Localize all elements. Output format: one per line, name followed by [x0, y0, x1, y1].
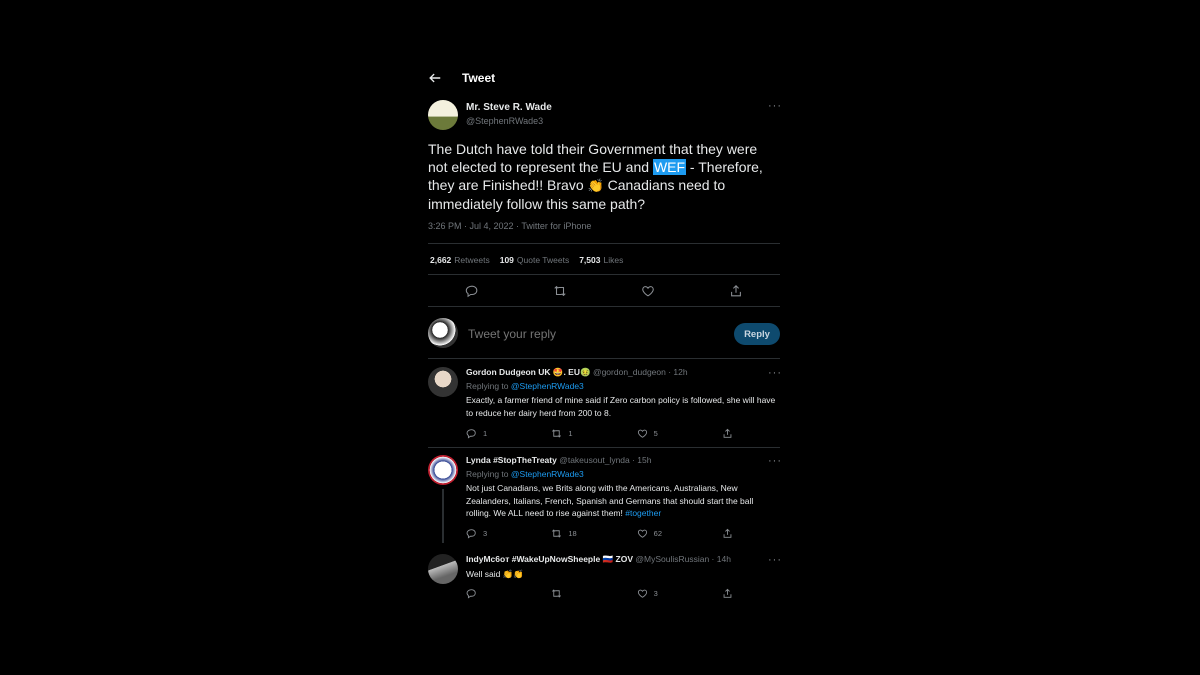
- reply-author-name[interactable]: Gordon Dudgeon UK 🤩. EU🤢: [466, 367, 591, 377]
- arrow-left-icon[interactable]: [428, 70, 444, 86]
- share-icon[interactable]: [729, 284, 743, 298]
- share-icon: [723, 528, 732, 538]
- tweet-text: The Dutch have told their Government tha…: [428, 140, 780, 213]
- more-options-icon[interactable]: ···: [768, 455, 782, 467]
- reply-icon: [466, 529, 476, 539]
- reply-handle-time[interactable]: @MySoulisRussian · 14h: [635, 554, 731, 564]
- thread-line: [442, 489, 444, 543]
- likes-count: 7,503: [579, 255, 601, 265]
- reply-handle-time[interactable]: @gordon_dudgeon · 12h: [593, 367, 688, 377]
- like-icon: [637, 589, 647, 598]
- like-icon: [637, 529, 647, 538]
- page-header: Tweet: [428, 68, 495, 88]
- reply-icon: [466, 589, 476, 599]
- author-handle[interactable]: @StephenRWade3: [466, 116, 543, 126]
- replying-to: Replying to @StephenRWade3: [466, 381, 584, 391]
- more-options-icon[interactable]: ···: [768, 554, 782, 566]
- like-count: 62: [653, 529, 662, 538]
- like-count: 3: [653, 589, 658, 598]
- like-action[interactable]: 62: [637, 528, 703, 539]
- page-title: Tweet: [462, 71, 496, 85]
- tweet-column: Tweet Mr. Steve R. Wade @StephenRWade3 ·…: [416, 60, 792, 675]
- reply-actions: 3 18 62: [466, 528, 736, 539]
- reply-action[interactable]: 1: [466, 428, 532, 439]
- reply-header: Lynda #StopTheTreaty @takeusout_lynda · …: [466, 455, 652, 465]
- retweet-count: 18: [568, 529, 577, 538]
- share-icon: [723, 588, 732, 598]
- share-action[interactable]: [722, 528, 736, 539]
- reply-text: Not just Canadians, we Brits along with …: [466, 482, 776, 520]
- likes-label: Likes: [603, 255, 624, 265]
- author-name[interactable]: Mr. Steve R. Wade: [466, 102, 552, 113]
- reply-text: Exactly, a farmer friend of mine said if…: [466, 395, 776, 418]
- tweet-stats: 2,662 Retweets 109 Quote Tweets 7,503 Likes: [430, 255, 623, 265]
- reply-button[interactable]: Reply: [734, 323, 780, 345]
- retweet-icon: [552, 589, 562, 598]
- hashtag-link[interactable]: #together: [625, 508, 661, 518]
- divider: [428, 447, 780, 448]
- tweet-actions: [428, 284, 780, 298]
- retweet-action[interactable]: 18: [551, 528, 617, 539]
- share-action[interactable]: [722, 588, 736, 599]
- tweet-timestamp[interactable]: 3:26 PM · Jul 4, 2022 · Twitter for iPho…: [428, 221, 591, 231]
- reply-author-avatar[interactable]: [428, 554, 458, 584]
- retweet-icon[interactable]: [553, 284, 567, 298]
- replying-to-label: Replying to: [466, 381, 511, 391]
- retweets-count: 2,662: [430, 255, 452, 265]
- author-avatar[interactable]: [428, 100, 458, 130]
- share-icon: [723, 428, 732, 438]
- reply-text: Well said 👏👏: [466, 569, 524, 579]
- share-action[interactable]: [722, 428, 736, 439]
- retweet-count: 1: [568, 429, 573, 438]
- like-action[interactable]: 5: [637, 428, 703, 439]
- reply-header: IndyMc6oт #WakeUpNowSheeple 🇷🇺 ZOV @MySo…: [466, 554, 731, 565]
- like-icon: [637, 429, 647, 438]
- quotes-label: Quote Tweets: [516, 255, 570, 265]
- retweet-action[interactable]: 1: [551, 428, 617, 439]
- reply-author-avatar[interactable]: [428, 455, 458, 485]
- reply-tweet[interactable]: Lynda #StopTheTreaty @takeusout_lynda · …: [416, 455, 792, 545]
- retweets-label: Retweets: [454, 255, 490, 265]
- replying-to: Replying to @StephenRWade3: [466, 469, 584, 479]
- quotes-stat[interactable]: 109 Quote Tweets: [500, 255, 569, 265]
- reply-actions: 1 1 5: [466, 428, 736, 439]
- more-options-icon[interactable]: ···: [768, 367, 782, 379]
- divider: [428, 274, 780, 275]
- reply-count: 3: [483, 529, 488, 538]
- more-options-icon[interactable]: ···: [768, 100, 782, 112]
- reply-text-body: Not just Canadians, we Brits along with …: [466, 483, 754, 518]
- reply-author-name[interactable]: Lynda #StopTheTreaty: [466, 455, 557, 465]
- replying-to-handle[interactable]: @StephenRWade3: [511, 469, 584, 479]
- reply-action[interactable]: 3: [466, 528, 532, 539]
- clapping-hands-icon: 👏: [587, 178, 604, 193]
- reply-tweet[interactable]: IndyMc6oт #WakeUpNowSheeple 🇷🇺 ZOV @MySo…: [416, 554, 792, 604]
- retweet-action[interactable]: [551, 588, 617, 599]
- divider: [428, 358, 780, 359]
- like-action[interactable]: 3: [637, 588, 703, 599]
- divider: [428, 306, 780, 307]
- reply-actions: 3: [466, 588, 736, 599]
- highlighted-text: WEF: [652, 159, 687, 175]
- reply-input[interactable]: [466, 326, 700, 342]
- likes-stat[interactable]: 7,503 Likes: [579, 255, 623, 265]
- user-avatar[interactable]: [428, 318, 458, 348]
- reply-action[interactable]: [466, 588, 532, 599]
- reply-icon: [466, 429, 476, 439]
- divider: [428, 243, 780, 244]
- reply-tweet[interactable]: Gordon Dudgeon UK 🤩. EU🤢 @gordon_dudgeon…: [416, 367, 792, 447]
- reply-author-name[interactable]: IndyMc6oт #WakeUpNowSheeple 🇷🇺 ZOV: [466, 554, 633, 564]
- retweets-stat[interactable]: 2,662 Retweets: [430, 255, 490, 265]
- retweet-icon: [552, 529, 562, 538]
- reply-icon[interactable]: [465, 284, 479, 298]
- reply-author-avatar[interactable]: [428, 367, 458, 397]
- reply-header: Gordon Dudgeon UK 🤩. EU🤢 @gordon_dudgeon…: [466, 367, 688, 378]
- like-count: 5: [653, 429, 658, 438]
- reply-count: 1: [483, 429, 488, 438]
- quotes-count: 109: [499, 255, 514, 265]
- like-icon[interactable]: [641, 284, 655, 298]
- reply-handle-time[interactable]: @takeusout_lynda · 15h: [559, 455, 651, 465]
- retweet-icon: [552, 429, 562, 438]
- replying-to-label: Replying to: [466, 469, 511, 479]
- replying-to-handle[interactable]: @StephenRWade3: [511, 381, 584, 391]
